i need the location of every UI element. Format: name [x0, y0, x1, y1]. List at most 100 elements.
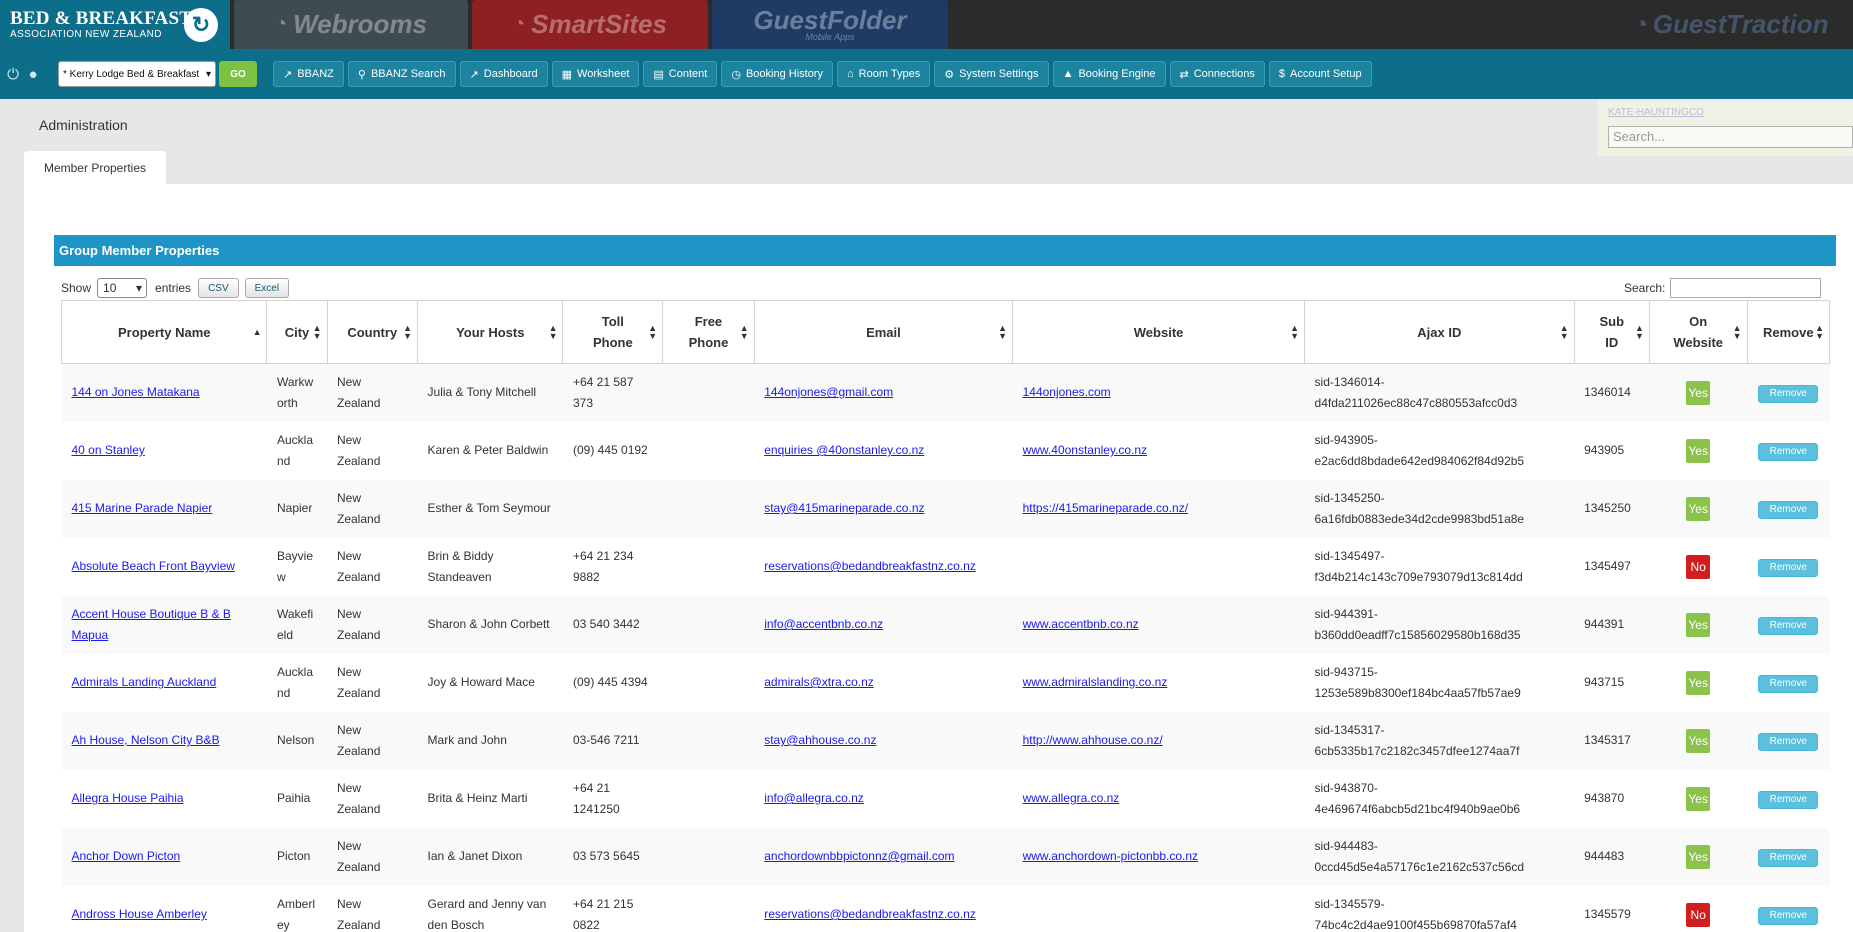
- remove-button[interactable]: Remove: [1758, 501, 1819, 519]
- excel-button[interactable]: Excel: [244, 278, 290, 298]
- email-link[interactable]: reservations@bedandbreakfastnz.co.nz: [764, 559, 976, 573]
- user-icon[interactable]: ●: [24, 65, 42, 83]
- nav-button-bbanz[interactable]: ↗ BBANZ: [273, 61, 344, 87]
- remove-button[interactable]: Remove: [1758, 791, 1819, 809]
- website-link[interactable]: www.accentbnb.co.nz: [1023, 617, 1139, 631]
- ajax-text: sid-1345250-6a16fdb0883ede34d2cde9983bd5…: [1314, 490, 1525, 526]
- email-link[interactable]: admirals@xtra.co.nz: [764, 675, 874, 689]
- cell-free: [662, 711, 755, 770]
- column-header[interactable]: Sub ID ▲ ▼: [1573, 300, 1650, 364]
- toll-text: 03 540 3442: [572, 617, 640, 631]
- user-account-link[interactable]: KATE-HAUNTINGCO: [1608, 107, 1704, 118]
- nav-button-bbanz-search[interactable]: ⚲ BBANZ Search: [347, 61, 456, 87]
- global-search-input[interactable]: Search...: [1608, 126, 1853, 148]
- nav-button-dashboard[interactable]: ↗ Dashboard: [459, 61, 548, 87]
- website-link[interactable]: 144onjones.com: [1023, 385, 1111, 399]
- property-link[interactable]: Andross House Amberley: [72, 907, 207, 921]
- property-link[interactable]: 144 on Jones Matakana: [72, 385, 200, 399]
- sub-text: 944391: [1584, 617, 1625, 631]
- email-link[interactable]: info@accentbnb.co.nz: [764, 617, 883, 631]
- property-link[interactable]: Ah House, Nelson City B&B: [72, 733, 220, 747]
- email-link[interactable]: stay@415marineparade.co.nz: [764, 501, 924, 515]
- nav-button-room-types[interactable]: ⌂ Room Types: [836, 61, 931, 87]
- website-link[interactable]: www.admiralslanding.co.nz: [1023, 675, 1168, 689]
- website-link[interactable]: http://www.ahhouse.co.nz/: [1023, 733, 1163, 747]
- property-link[interactable]: Accent House Boutique B & B Mapua: [72, 607, 231, 642]
- nav-button-account-setup[interactable]: $ Account Setup: [1268, 61, 1372, 87]
- sort-icon: ▲ ▼: [548, 323, 558, 341]
- website-link[interactable]: www.40onstanley.co.nz: [1023, 443, 1148, 457]
- website-link[interactable]: https://415marineparade.co.nz/: [1023, 501, 1188, 515]
- column-header[interactable]: Country ▲ ▼: [326, 300, 419, 364]
- property-link[interactable]: Admirals Landing Auckland: [72, 675, 217, 689]
- ajax-text: sid-944483-0ccd45d5e4a57176c1e2162c537c5…: [1314, 838, 1525, 874]
- column-header[interactable]: On Website ▲ ▼: [1648, 300, 1748, 364]
- nav-button-worksheet[interactable]: ▦ Worksheet: [551, 61, 640, 87]
- property-select[interactable]: * Kerry Lodge Bed & Breakfast ▾: [58, 61, 216, 87]
- property-link[interactable]: 40 on Stanley: [72, 443, 145, 457]
- cell-country: New Zealand: [327, 885, 418, 932]
- property-link[interactable]: Absolute Beach Front Bayview: [72, 559, 235, 573]
- power-icon[interactable]: ⏻: [4, 65, 22, 83]
- nav-button-content[interactable]: ▤ Content: [643, 61, 718, 87]
- chart-line-icon: ↗: [283, 68, 293, 81]
- csv-button[interactable]: CSV: [198, 278, 239, 298]
- column-header[interactable]: Your Hosts ▲ ▼: [417, 300, 564, 364]
- email-link[interactable]: anchordownbbpictonnz@gmail.com: [764, 849, 954, 863]
- website-link[interactable]: www.anchordown-pictonbb.co.nz: [1023, 849, 1198, 863]
- column-header[interactable]: Property Name ▲: [60, 300, 268, 364]
- nav-button-label: BBANZ: [297, 68, 334, 80]
- column-header[interactable]: Ajax ID ▲ ▼: [1304, 300, 1575, 364]
- column-header[interactable]: Free Phone ▲ ▼: [662, 300, 755, 364]
- column-header[interactable]: Website ▲ ▼: [1012, 300, 1306, 364]
- cell-city: Napier: [266, 479, 327, 538]
- product-tab-webrooms[interactable]: ◔ Webrooms: [234, 0, 468, 49]
- history-icon: ◷: [731, 68, 741, 81]
- property-link[interactable]: Allegra House Paihia: [72, 791, 184, 805]
- remove-button[interactable]: Remove: [1758, 443, 1819, 461]
- entries-select[interactable]: 10 ▾: [97, 278, 148, 298]
- product-tab-guesttraction[interactable]: ◔ GuestTraction: [1633, 0, 1853, 49]
- cell-toll: +64 21 215 0822: [562, 885, 663, 932]
- column-header[interactable]: City ▲ ▼: [266, 300, 328, 364]
- tab-member-properties[interactable]: Member Properties: [24, 151, 166, 185]
- nav-button-system-settings[interactable]: ⚙ System Settings: [934, 61, 1049, 87]
- cell-ajax: sid-1346014-d4fda211026ec88c47c880553afc…: [1304, 363, 1575, 422]
- remove-button[interactable]: Remove: [1758, 617, 1819, 635]
- product-tab-guestfolder[interactable]: GuestFolder Mobile Apps: [712, 0, 948, 49]
- column-header[interactable]: Remove ▲ ▼: [1746, 300, 1831, 364]
- ajax-text: sid-944391-b360dd0eadff7c15856029580b168…: [1314, 606, 1521, 642]
- email-link[interactable]: 144onjones@gmail.com: [764, 385, 893, 399]
- remove-button[interactable]: Remove: [1758, 559, 1819, 577]
- cell-website: [1012, 885, 1305, 932]
- email-link[interactable]: enquiries @40onstanley.co.nz: [764, 443, 924, 457]
- table-search-input[interactable]: [1670, 278, 1822, 298]
- remove-button[interactable]: Remove: [1758, 675, 1819, 693]
- user-panel: KATE-HAUNTINGCO Search...: [1598, 101, 1853, 156]
- remove-button[interactable]: Remove: [1758, 733, 1819, 751]
- property-link[interactable]: Anchor Down Picton: [72, 849, 181, 863]
- table-row: Andross House Amberley Amberley New Zealan…: [61, 885, 1830, 932]
- product-tab-smartsites[interactable]: ◔ SmartSites: [472, 0, 708, 49]
- email-link[interactable]: reservations@bedandbreakfastnz.co.nz: [764, 907, 976, 921]
- column-header[interactable]: Toll Phone ▲ ▼: [562, 300, 664, 364]
- sort-icon: ▲ ▼: [1290, 323, 1300, 341]
- on-website-badge: Yes: [1686, 728, 1711, 753]
- nav-button-label: Room Types: [858, 68, 921, 80]
- nav-button-booking-engine[interactable]: ▲ Booking Engine: [1052, 61, 1166, 87]
- email-link[interactable]: stay@ahhouse.co.nz: [764, 733, 876, 747]
- email-link[interactable]: info@allegra.co.nz: [764, 791, 864, 805]
- remove-button[interactable]: Remove: [1758, 849, 1819, 867]
- column-header[interactable]: Email ▲ ▼: [753, 300, 1014, 364]
- hosts-text: Mark and John: [427, 733, 507, 747]
- remove-button[interactable]: Remove: [1758, 907, 1819, 925]
- cell-name: Absolute Beach Front Bayview: [61, 537, 267, 596]
- website-link[interactable]: www.allegra.co.nz: [1023, 791, 1120, 805]
- property-link[interactable]: 415 Marine Parade Napier: [72, 501, 213, 515]
- remove-button[interactable]: Remove: [1758, 385, 1819, 404]
- nav-button-connections[interactable]: ⇄ Connections: [1169, 61, 1265, 87]
- brand-logo[interactable]: BED & BREAKFAST ASSOCIATION NEW ZEALAND …: [0, 0, 230, 49]
- go-button[interactable]: GO: [219, 61, 257, 87]
- table-row: Allegra House Paihia Paihia New Zealand Bri…: [61, 769, 1830, 828]
- nav-button-booking-history[interactable]: ◷ Booking History: [721, 61, 833, 87]
